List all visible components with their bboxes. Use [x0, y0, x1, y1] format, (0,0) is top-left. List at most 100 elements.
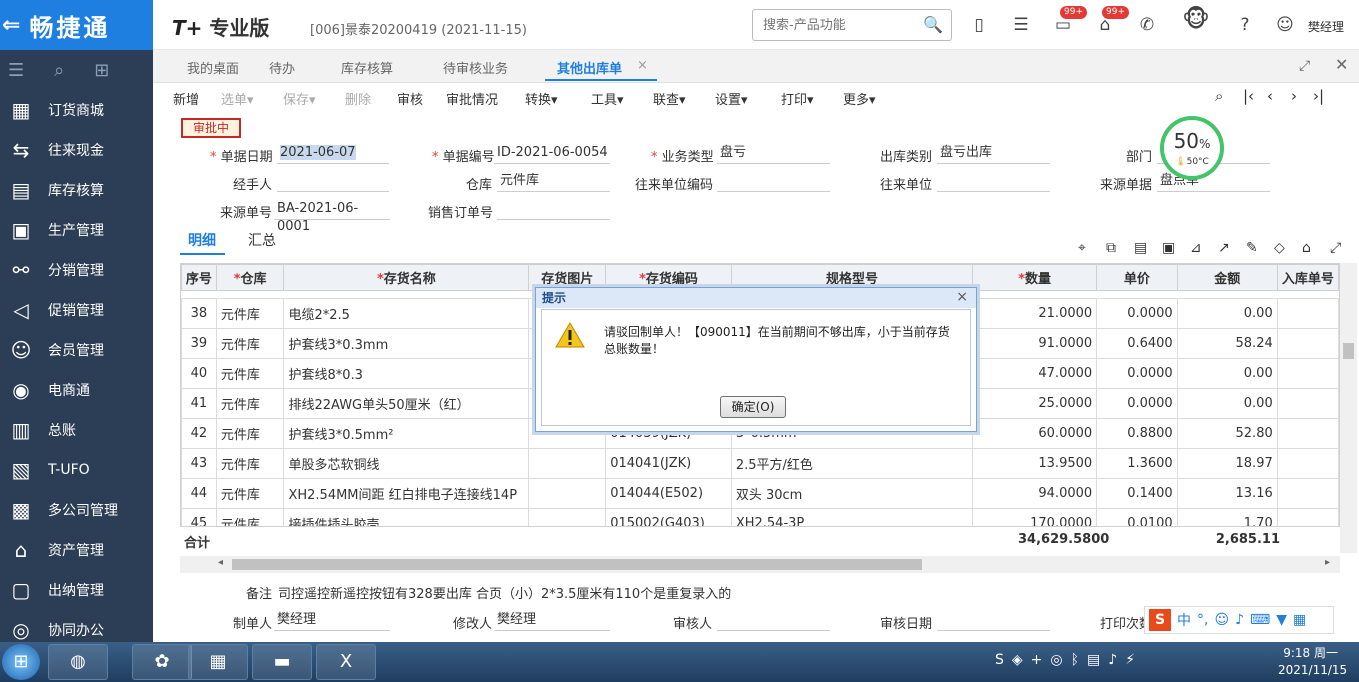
table-cell[interactable]: 护套线3*0.5mm² [283, 418, 530, 449]
skin-icon[interactable]: ▼ [1276, 612, 1287, 628]
table-cell[interactable]: 0.00 [1176, 388, 1278, 419]
table-cell[interactable]: 58.24 [1176, 328, 1278, 359]
more-button[interactable]: 更多▾ [843, 89, 876, 108]
remark-field[interactable]: 司控遥控新遥控按钮有328要出库 合页（小）2*3.5厘米有110个是重复录入的 [278, 583, 731, 602]
tab-desktop[interactable]: 我的桌面 [187, 58, 239, 77]
sidebar-item-multi-company[interactable]: ▩ 多公司管理 [0, 490, 153, 530]
table-cell[interactable]: 13.9500 [972, 448, 1098, 479]
fullscreen-icon[interactable]: ⤢ [1299, 58, 1310, 74]
select-button[interactable]: 选单▾ [221, 89, 254, 108]
sidebar-item-distribution[interactable]: ⚯ 分销管理 [0, 250, 153, 290]
menu-icon[interactable]: ☰ [8, 60, 24, 81]
checklist-icon[interactable]: ☰ [1010, 14, 1032, 36]
table-cell[interactable]: 014041(JZK) [605, 448, 732, 479]
table-cell[interactable] [1276, 358, 1339, 389]
table-cell[interactable]: 排线22AWG单头50厘米（红） [283, 388, 530, 419]
outbound-type-field[interactable]: 盘亏出库 [937, 144, 1050, 164]
ime-lang[interactable]: 中 [1177, 610, 1191, 630]
approval-status-button[interactable]: 审批情况 [446, 89, 498, 108]
sidebar-item-ecommerce[interactable]: ◉ 电商通 [0, 370, 153, 410]
search-input[interactable] [763, 10, 923, 40]
date-field[interactable]: 2021-06-07 [277, 144, 389, 164]
table-cell[interactable] [528, 448, 607, 479]
table-cell[interactable]: 0.8800 [1096, 418, 1178, 449]
handler-field[interactable] [277, 172, 389, 192]
home-icon[interactable]: ⌂ [1302, 240, 1311, 256]
table-cell[interactable]: 元件库 [215, 298, 285, 329]
bell-icon[interactable]: ⌂ 99+ [1094, 6, 1129, 36]
table-cell[interactable] [1276, 478, 1339, 509]
sidebar-item-assets[interactable]: ⌂ 资产管理 [0, 530, 153, 570]
print-button[interactable]: 打印▾ [781, 89, 814, 108]
tab-inventory[interactable]: 库存核算 [341, 58, 393, 77]
table-cell[interactable]: 元件库 [215, 478, 285, 509]
table-cell[interactable]: 40 [181, 358, 217, 389]
tab-other-outbound[interactable]: 其他出库单 [557, 58, 622, 77]
mic-icon[interactable]: ♪ [1235, 612, 1244, 628]
table-cell[interactable]: 0.6400 [1096, 328, 1178, 359]
code-field[interactable]: ID-2021-06-0054 [494, 144, 610, 164]
col-inbound-no[interactable]: 入库单号 [1276, 264, 1339, 291]
table-cell[interactable]: 元件库 [215, 448, 285, 479]
message-icon[interactable]: ▭ 99+ [1052, 6, 1087, 36]
vscroll-thumb[interactable] [1343, 343, 1354, 359]
next-record-icon[interactable]: › [1291, 87, 1297, 105]
sidebar-item-production[interactable]: ▣ 生产管理 [0, 210, 153, 250]
col-qty[interactable]: *数量 [972, 264, 1098, 291]
search-function-icon[interactable]: ⌕ [54, 60, 64, 81]
table-cell[interactable]: 元件库 [215, 358, 285, 389]
ok-button[interactable]: 确定(O) [720, 396, 786, 418]
table-cell[interactable]: 0.0000 [1096, 388, 1178, 419]
search-icon[interactable]: 🔍 [923, 15, 943, 34]
table-cell[interactable] [1276, 328, 1339, 359]
grid-icon[interactable]: ▦ [1293, 612, 1306, 628]
filter-icon[interactable]: ⊿ [1190, 240, 1202, 256]
help-icon[interactable]: ? [1234, 14, 1256, 36]
ime-toolbar[interactable]: S 中 °, ☺ ♪ ⌨ ▼ ▦ [1144, 606, 1334, 634]
partner-field[interactable] [937, 172, 1050, 192]
taskbar-app-browser-icon[interactable]: ◍ [48, 644, 108, 680]
taskbar-app-excel-icon[interactable]: X [316, 644, 376, 680]
sidebar-item-ledger[interactable]: ▥ 总账 [0, 410, 153, 450]
first-record-icon[interactable]: |‹ [1243, 87, 1254, 105]
table-cell[interactable] [1276, 418, 1339, 449]
table-cell[interactable]: 52.80 [1176, 418, 1278, 449]
close-window-icon[interactable]: ✕ [1335, 55, 1348, 74]
table-cell[interactable]: 47.0000 [972, 358, 1098, 389]
sales-order-field[interactable] [497, 200, 610, 220]
query-button[interactable]: 联查▾ [653, 89, 686, 108]
delete-button[interactable]: 删除 [345, 89, 371, 108]
table-cell[interactable] [1276, 388, 1339, 419]
new-button[interactable]: 新增 [173, 89, 199, 108]
sidebar-item-order-mall[interactable]: ▦ 订货商城 [0, 90, 153, 130]
prev-record-icon[interactable]: ‹ [1267, 87, 1273, 105]
emoji-icon[interactable]: ☺ [1214, 612, 1229, 628]
table-row[interactable]: 43 元件库 单股多芯软铜线 014041(JZK) 2.5平方/红色 13.9500 1.… [181, 448, 1339, 479]
tab-close-icon[interactable]: × [637, 58, 648, 73]
sidebar-item-cashier[interactable]: ▢ 出纳管理 [0, 570, 153, 610]
search-box[interactable]: 🔍 [752, 9, 952, 41]
table-cell[interactable]: 41 [181, 388, 217, 419]
table-row[interactable]: 44 元件库 XH2.54MM间距 红白排电子连接线14P 014044(E502) 双… [181, 478, 1339, 509]
table-cell[interactable]: 13.16 [1176, 478, 1278, 509]
save-button[interactable]: 保存▾ [283, 89, 316, 108]
add-shortcut-icon[interactable]: ⊞ [94, 60, 109, 81]
table-cell[interactable]: 0.00 [1176, 298, 1278, 329]
sogou-icon[interactable]: S [1149, 609, 1171, 631]
table-cell[interactable]: 0.1400 [1096, 478, 1178, 509]
table-cell[interactable]: 0.0000 [1096, 358, 1178, 389]
sidebar-item-cash[interactable]: ⇆ 往来现金 [0, 130, 153, 170]
col-amount[interactable]: 金额 [1176, 264, 1278, 291]
col-seq[interactable]: 序号 [181, 264, 217, 291]
edit-icon[interactable]: ✎ [1246, 240, 1258, 256]
table-cell[interactable]: 双头 30cm [730, 478, 974, 509]
brand-logo[interactable]: ⇐ 畅捷通 [0, 0, 153, 50]
punct-icon[interactable]: °, [1197, 612, 1208, 628]
col-item-name[interactable]: *存货名称 [283, 264, 530, 291]
partner-code-field[interactable] [717, 172, 830, 192]
keyboard-icon[interactable]: ⌨ [1250, 612, 1270, 628]
col-price[interactable]: 单价 [1096, 264, 1178, 291]
taskbar-app-calculator-icon[interactable]: ▦ [188, 644, 248, 680]
table-cell[interactable]: 38 [181, 298, 217, 329]
table-cell[interactable]: 护套线3*0.3mm [283, 328, 530, 359]
